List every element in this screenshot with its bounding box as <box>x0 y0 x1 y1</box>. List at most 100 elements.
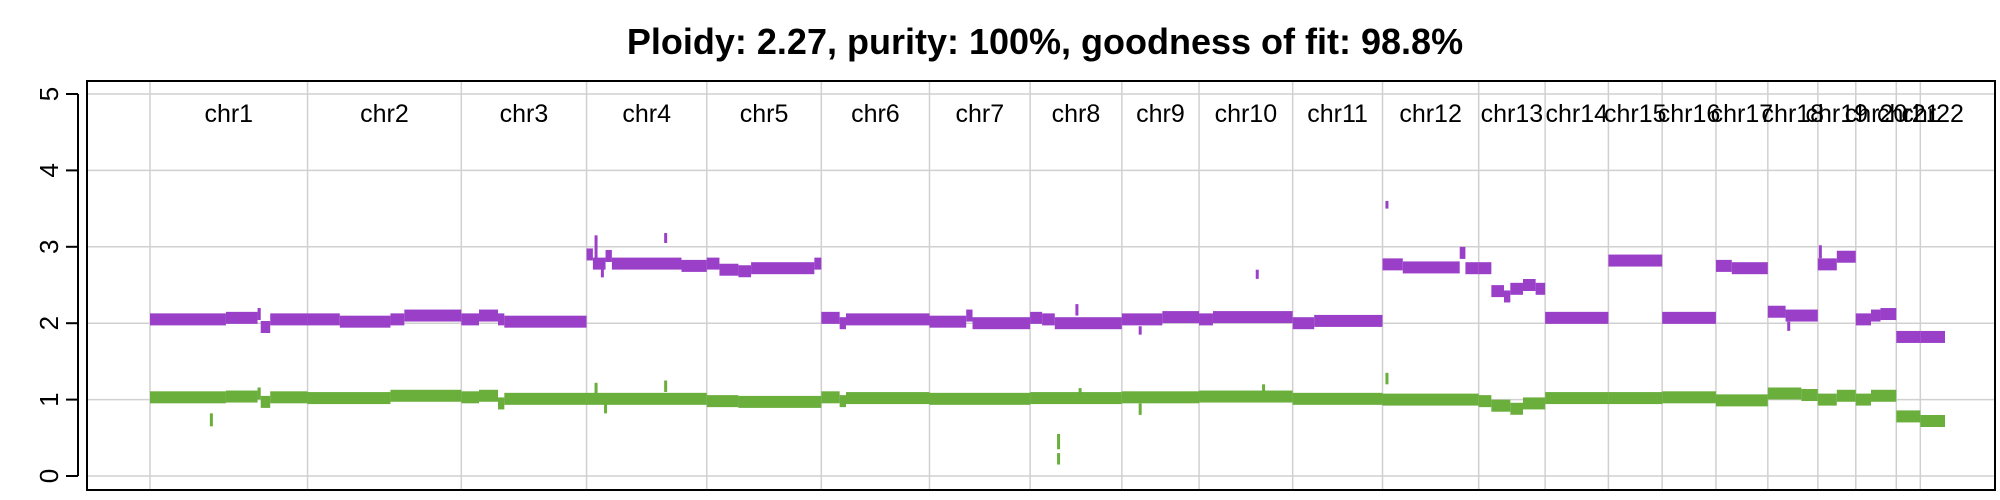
segment <box>586 248 593 261</box>
segment <box>1870 309 1881 322</box>
y-tick-label: 4 <box>34 163 64 177</box>
outlier-spike <box>1057 453 1061 465</box>
segment <box>1030 311 1043 324</box>
segment <box>479 389 498 402</box>
outlier-spike <box>1255 269 1259 279</box>
segment <box>1292 392 1383 405</box>
segment <box>1767 387 1802 400</box>
chromosome-label-chr9: chr9 <box>1136 100 1185 128</box>
segment <box>966 309 973 322</box>
chromosome-label-chr22: chr22 <box>1901 100 1964 128</box>
segment <box>404 309 462 322</box>
segment <box>605 249 612 262</box>
segment <box>479 309 498 322</box>
segment <box>845 313 930 326</box>
segment <box>1162 311 1200 324</box>
segment <box>1836 389 1856 402</box>
segment <box>1199 390 1293 403</box>
segment <box>1785 309 1818 322</box>
segment <box>719 263 739 276</box>
series-layer <box>150 200 1945 465</box>
segment <box>1042 313 1055 326</box>
segment <box>497 397 505 410</box>
segment <box>1535 282 1546 295</box>
segment <box>1121 391 1200 404</box>
chromosome-labels: chr1 chr2 chr3 chr4 chr5 chr6 chr7 chr8 chr9 chr1… <box>204 100 1963 128</box>
segment <box>1292 317 1315 330</box>
segment <box>1608 254 1663 267</box>
segment <box>1870 389 1897 402</box>
segment <box>1459 246 1466 259</box>
segment <box>1478 262 1492 275</box>
segment <box>1212 311 1293 324</box>
segment <box>1836 250 1856 263</box>
chromosome-label-chr5: chr5 <box>740 100 789 128</box>
segment <box>1382 393 1479 406</box>
y-axis: 0 1 2 3 4 5 <box>34 87 79 483</box>
outlier-spike <box>1057 433 1061 450</box>
segment <box>1731 262 1768 275</box>
chromosome-label-chr2: chr2 <box>360 100 409 128</box>
segment <box>1801 389 1818 402</box>
segment <box>1545 392 1609 405</box>
segment <box>1855 313 1871 326</box>
segment <box>1896 410 1921 423</box>
outlier-spike <box>594 235 598 259</box>
outlier-spike <box>664 380 668 392</box>
segment <box>1465 262 1479 275</box>
segment <box>1314 314 1383 327</box>
segment <box>1855 393 1871 406</box>
segment <box>1491 399 1511 412</box>
segment <box>706 395 739 408</box>
segment <box>1510 282 1523 295</box>
segment <box>1920 330 1945 343</box>
segment <box>1715 394 1768 407</box>
chromosome-label-chr1: chr1 <box>204 100 253 128</box>
segment <box>972 317 1031 330</box>
segment <box>1920 414 1945 427</box>
segment <box>1510 402 1523 415</box>
segment <box>1522 279 1536 291</box>
chromosome-label-chr8: chr8 <box>1052 100 1101 128</box>
chromosome-label-chr10: chr10 <box>1215 100 1278 128</box>
segment <box>845 392 930 405</box>
segment <box>1382 258 1403 271</box>
segment <box>821 391 840 404</box>
segment <box>270 313 308 326</box>
segment <box>839 317 846 330</box>
segment <box>929 315 967 328</box>
chromosome-label-chr3: chr3 <box>500 100 549 128</box>
segment <box>1504 290 1511 303</box>
chromosome-label-chr11: chr11 <box>1307 100 1368 128</box>
segment <box>150 391 226 404</box>
segment <box>1522 397 1546 410</box>
segment <box>611 257 682 270</box>
grid <box>87 81 1995 490</box>
segment <box>257 387 261 400</box>
segment <box>821 311 840 324</box>
y-tick-label: 2 <box>34 316 64 330</box>
segment <box>504 392 587 405</box>
segment <box>339 315 391 328</box>
segment <box>839 395 846 408</box>
segment <box>751 262 815 275</box>
chromosome-label-chr4: chr4 <box>622 100 671 128</box>
segment <box>1662 311 1716 324</box>
outlier-spike <box>1385 372 1389 385</box>
segment <box>1880 308 1897 321</box>
segment <box>1715 259 1732 272</box>
segment <box>504 315 587 328</box>
y-tick-label: 5 <box>34 87 64 101</box>
chromosome-label-chr6: chr6 <box>851 100 900 128</box>
segment <box>586 392 707 405</box>
segment <box>307 392 391 405</box>
segment <box>225 390 258 403</box>
segment <box>1767 305 1786 318</box>
y-tick-label: 3 <box>34 240 64 254</box>
outlier-spike <box>604 403 608 414</box>
segment <box>390 313 405 326</box>
chromosome-label-chr12: chr12 <box>1399 100 1462 128</box>
outlier-spike <box>1075 304 1079 316</box>
segment <box>681 259 707 272</box>
segment <box>1545 311 1609 324</box>
